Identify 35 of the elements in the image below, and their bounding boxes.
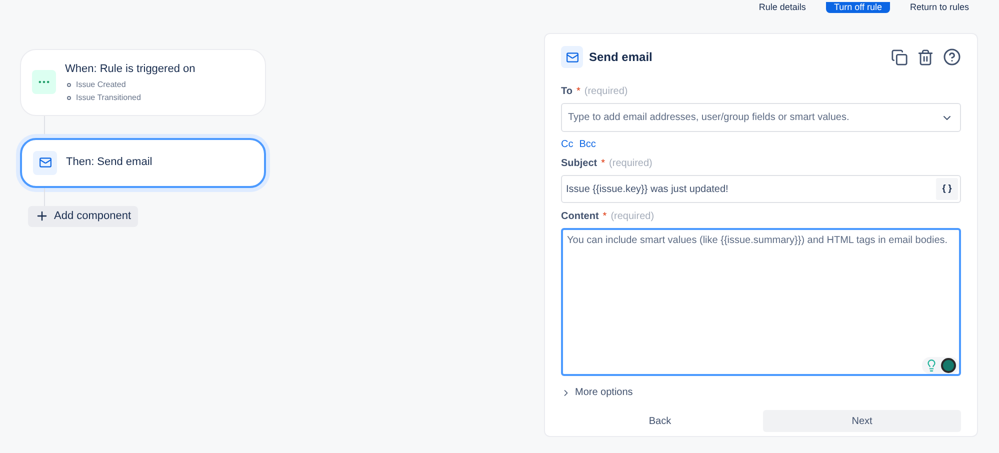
required-asterisk: * xyxy=(601,157,606,171)
add-component-button[interactable]: Add component xyxy=(28,206,138,226)
mail-icon xyxy=(33,150,57,174)
field-label: Subject xyxy=(561,157,598,171)
node-item: Issue Transitioned xyxy=(76,92,141,104)
link[interactable]: Cc xyxy=(561,137,574,152)
mail-icon xyxy=(561,46,583,68)
to-field[interactable]: Type to add email addresses, user/group fields or smart values. xyxy=(561,103,961,132)
plus-icon xyxy=(35,209,49,223)
footer-button[interactable]: Next xyxy=(763,410,961,432)
dots-icon xyxy=(32,70,56,94)
header-button[interactable]: Rule details xyxy=(750,2,814,12)
delete-icon[interactable] xyxy=(917,48,934,66)
copy-icon[interactable] xyxy=(891,48,908,66)
bullet-icon xyxy=(67,96,71,100)
field-label: Content xyxy=(561,210,599,224)
header-button[interactable]: Return to rules xyxy=(902,2,977,12)
required-note: (required) xyxy=(610,210,654,224)
field-label: To xyxy=(561,85,572,99)
panel-title: Send email xyxy=(589,49,654,66)
required-note: (required) xyxy=(584,85,628,99)
required-asterisk: * xyxy=(602,210,607,224)
more-options-toggle[interactable]: More options xyxy=(561,385,633,400)
header-button[interactable]: Turn off rule xyxy=(826,2,890,12)
required-note: (required) xyxy=(609,157,652,171)
required-asterisk: * xyxy=(576,85,580,99)
bullet-icon xyxy=(67,82,71,86)
footer-button[interactable]: Back xyxy=(561,410,759,432)
help-icon[interactable] xyxy=(943,48,961,66)
node-title: Then: Send email xyxy=(66,155,152,170)
link[interactable]: Bcc xyxy=(579,137,596,152)
content-field[interactable]: You can include smart values (like {{issue.summary}}) and HTML tags in email bodies. xyxy=(561,228,961,376)
node-title: When: Rule is triggered on xyxy=(65,62,196,77)
node-item: Issue Created xyxy=(76,78,126,90)
smart-value-button[interactable]: { } xyxy=(936,178,958,200)
